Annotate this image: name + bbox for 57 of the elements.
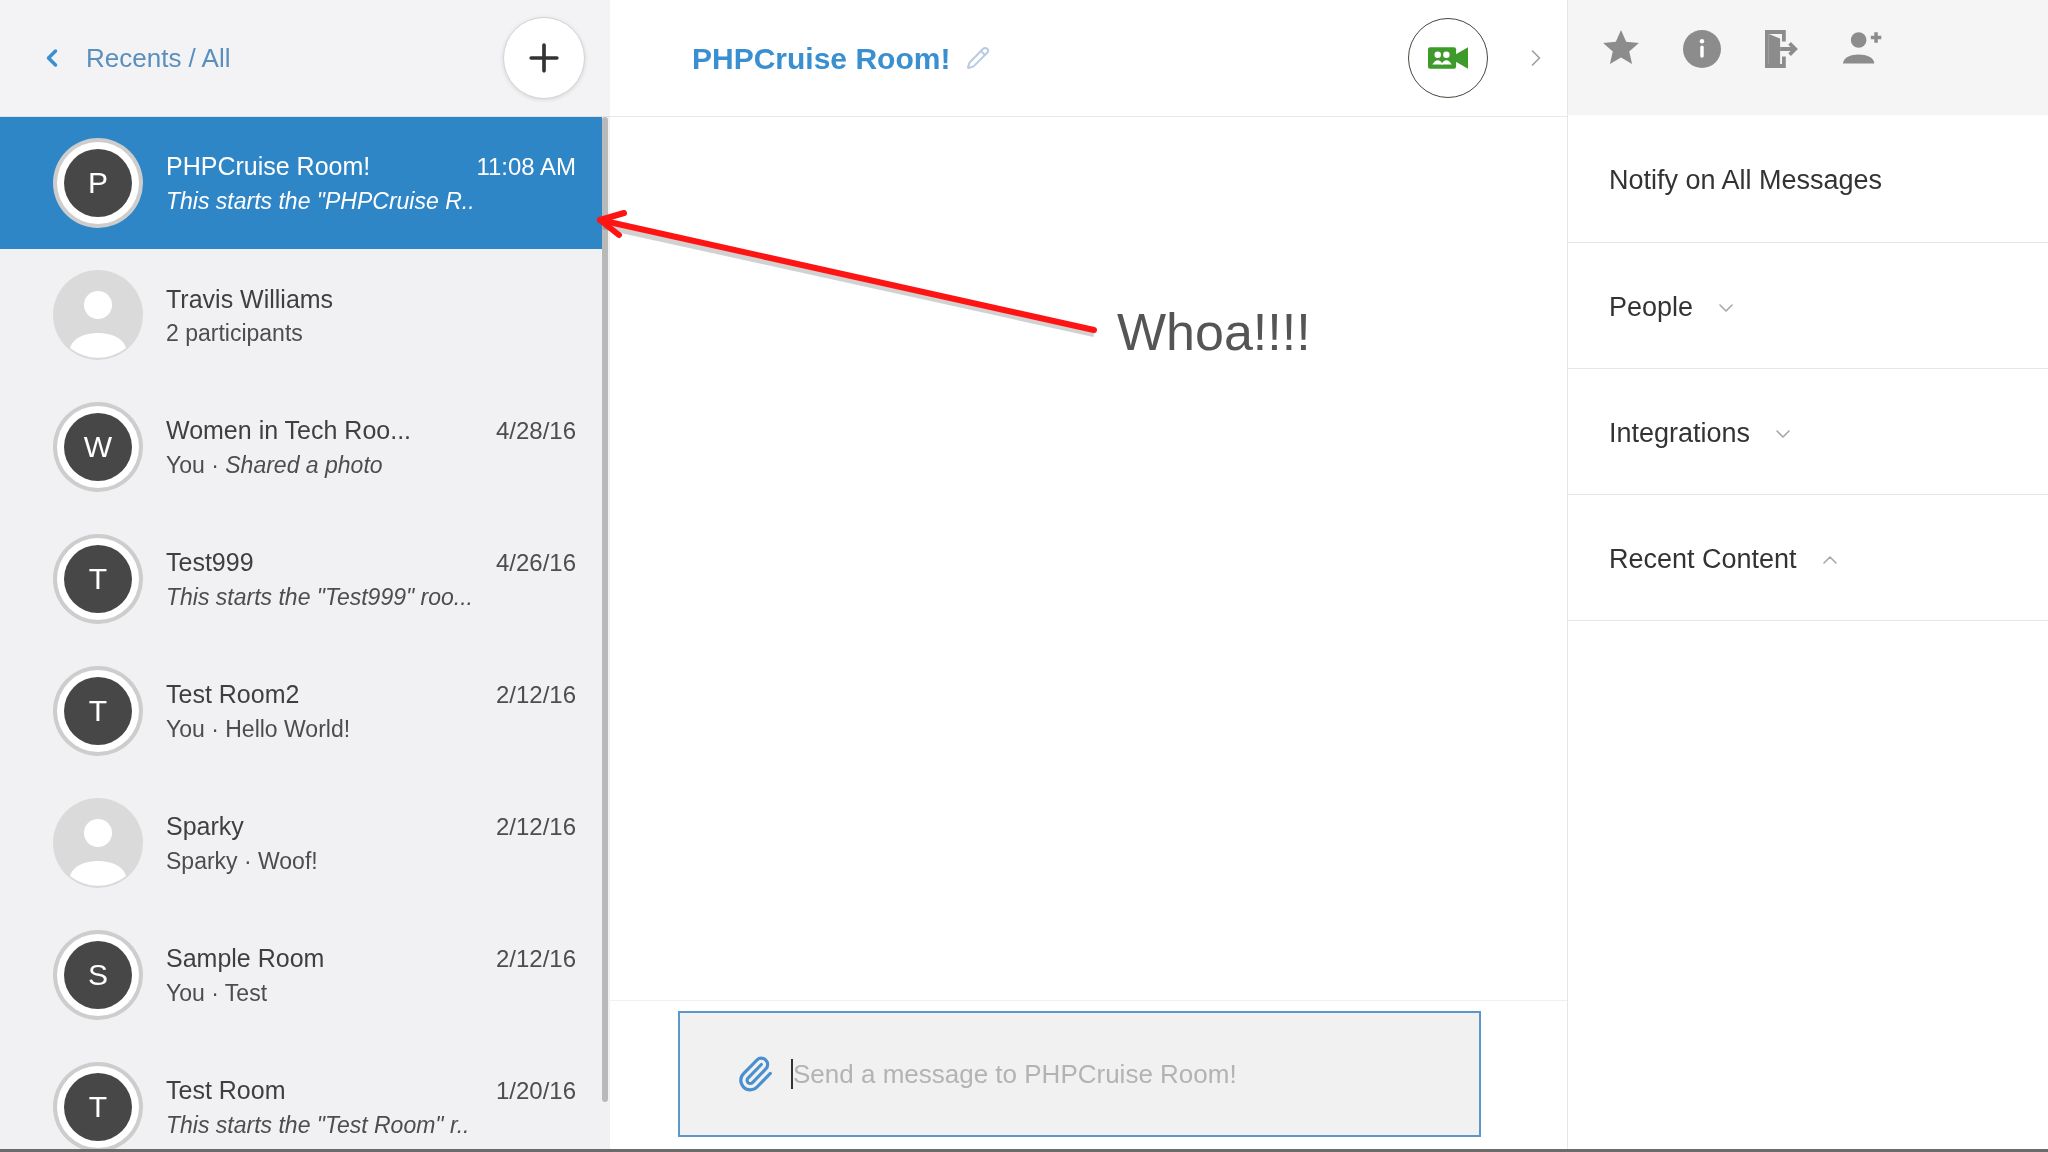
- avatar: T: [53, 666, 143, 756]
- conversation-preview: This starts the "Test999" roo...: [166, 583, 473, 612]
- paperclip-icon[interactable]: [736, 1055, 774, 1093]
- person-silhouette-icon: [53, 270, 143, 360]
- section-toggle[interactable]: Integrations: [1568, 369, 2048, 495]
- text-caret-icon: [791, 1059, 793, 1089]
- add-button[interactable]: [503, 17, 585, 99]
- scrollbar[interactable]: [602, 117, 608, 1102]
- annotation-text: Whoa!!!!: [1117, 302, 1311, 363]
- star-icon[interactable]: [1603, 30, 1639, 64]
- conversation-name: Test Room: [166, 1075, 286, 1106]
- conversation-item[interactable]: Travis Williams 2 participants: [0, 249, 602, 381]
- notification-setting[interactable]: Notify on All Messages: [1568, 115, 2048, 243]
- conversation-preview: You · Shared a photo: [166, 451, 383, 480]
- conversation-item[interactable]: T Test999 4/26/16 This starts the "Test999" roo...: [0, 513, 602, 645]
- conversation-time: 11:08 AM: [476, 152, 576, 182]
- conversation-name: Sample Room: [166, 943, 325, 974]
- conversation-item[interactable]: T Test Room2 2/12/16 You · Hello World!: [0, 645, 602, 777]
- conversation-name: Women in Tech Roo...: [166, 415, 412, 446]
- video-camera-icon: [1428, 47, 1468, 69]
- conversation-time: 2/12/16: [495, 944, 576, 974]
- conversation-time: 4/26/16: [495, 548, 576, 578]
- exit-door-icon[interactable]: [1765, 30, 1799, 68]
- conversation-item[interactable]: T Test Room 1/20/16 This starts the "Test Room" r..: [0, 1041, 602, 1149]
- conversation-preview: Sparky · Woof!: [166, 847, 318, 876]
- avatar: S: [53, 930, 143, 1020]
- conversation-name: PHPCruise Room!: [166, 151, 371, 182]
- person-silhouette-icon: [53, 798, 143, 888]
- pencil-icon[interactable]: [966, 46, 991, 70]
- conversation-time: 2/12/16: [495, 680, 576, 710]
- conversation-preview: This starts the "Test Room" r..: [166, 1111, 470, 1140]
- conversation-item[interactable]: S Sample Room 2/12/16 You · Test: [0, 909, 602, 1041]
- section-toggle[interactable]: People: [1568, 243, 2048, 369]
- conversation-name: Test999: [166, 547, 254, 578]
- message-box[interactable]: Send a message to PHPCruise Room!: [678, 1011, 1481, 1137]
- conversation-preview: You · Hello World!: [166, 715, 351, 744]
- avatar: T: [53, 534, 143, 624]
- conversation-time: 2/12/16: [495, 812, 576, 842]
- conversation-item[interactable]: P PHPCruise Room! 11:08 AM This starts the "PHPCruise R..: [0, 117, 602, 249]
- section-toggle[interactable]: Recent Content: [1568, 495, 2048, 621]
- conversation-name: Travis Williams: [166, 283, 334, 315]
- conversation-preview: This starts the "PHPCruise R..: [166, 187, 475, 216]
- conversation-name: Sparky: [166, 811, 244, 842]
- conversation-time: 1/20/16: [495, 1076, 576, 1106]
- conversation-preview: You · Test: [166, 979, 268, 1008]
- conversation-time: 4/28/16: [495, 416, 576, 446]
- conversation-item[interactable]: W Women in Tech Roo... 4/28/16 You · Shared a photo: [0, 381, 602, 513]
- info-icon[interactable]: [1683, 30, 1721, 68]
- conversation-preview: 2 participants: [166, 318, 303, 348]
- room-title: PHPCruise Room!: [692, 40, 951, 77]
- avatar: W: [53, 402, 143, 492]
- avatar: P: [53, 138, 143, 228]
- add-person-icon[interactable]: [1843, 30, 1883, 64]
- conversation-item[interactable]: Sparky 2/12/16 Sparky · Woof!: [0, 777, 602, 909]
- avatar: T: [53, 1062, 143, 1149]
- message-input[interactable]: Send a message to PHPCruise Room!: [793, 1054, 1459, 1094]
- conversation-name: Test Room2: [166, 679, 300, 710]
